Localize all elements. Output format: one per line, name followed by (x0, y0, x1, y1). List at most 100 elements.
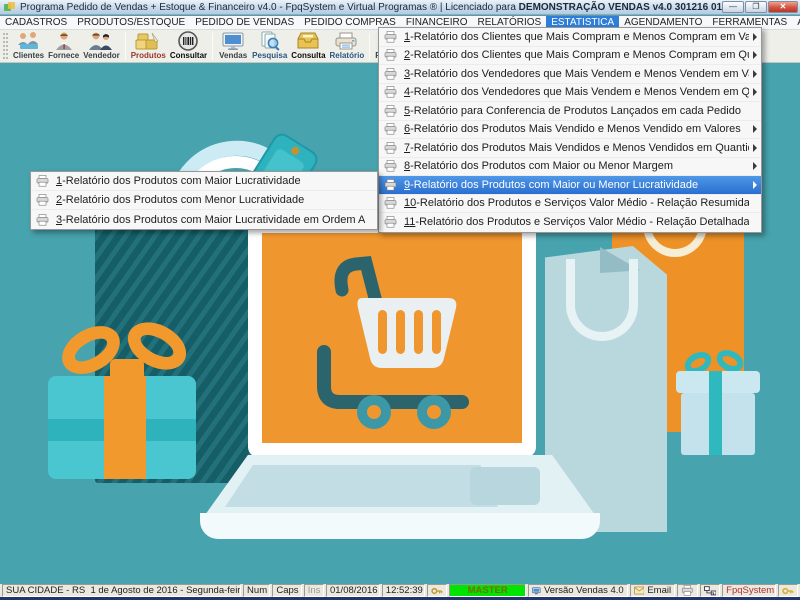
printer-icon (384, 216, 399, 228)
lucratividade-submenu: 1-Relatório dos Produtos com Maior Lucra… (30, 171, 378, 230)
status-date: 01/08/2016 (326, 584, 380, 597)
menu-item-label: 11-Relatório dos Produtos e Serviços Val… (404, 216, 749, 228)
status-version: Versão Vendas 4.0 (528, 584, 627, 597)
status-brand: FpqSystem (722, 584, 776, 597)
menu-item[interactable]: 6-Relatório dos Produtos Mais Vendido e … (379, 121, 761, 140)
key-icon (431, 586, 443, 596)
status-location: SUA CIDADE - RS 1 de Agosto de 2016 - Se… (2, 584, 241, 597)
printer-icon (384, 86, 399, 98)
window-title: Programa Pedido de Vendas + Estoque & Fi… (20, 2, 765, 13)
status-email[interactable]: Email (630, 584, 675, 597)
printer-icon (384, 105, 399, 117)
printer-icon (384, 68, 399, 80)
sales-monitor-icon (220, 31, 246, 51)
printer-icon (384, 49, 399, 61)
menubar-item-pedido-de-vendas[interactable]: PEDIDO DE VENDAS (190, 16, 299, 29)
menu-item-label: 3-Relatório dos Produtos com Maior Lucra… (56, 214, 365, 226)
tray-icon (295, 31, 321, 51)
toolbar-button-vendas[interactable]: Vendas (216, 31, 250, 62)
toolbar-button-pesquisa[interactable]: Pesquisa (250, 31, 289, 62)
menu-item[interactable]: 2-Relatório dos Produtos com Menor Lucra… (31, 191, 377, 210)
menu-item[interactable]: 11-Relatório dos Produtos e Serviços Val… (379, 213, 761, 232)
menu-item-label: 2-Relatório dos Clientes que Mais Compra… (404, 49, 749, 61)
toolbar-button-consultar[interactable]: Consultar (168, 31, 209, 62)
printer-icon (384, 31, 399, 43)
submenu-arrow-icon (753, 70, 757, 78)
submenu-arrow-icon (753, 144, 757, 152)
salesperson-icon (88, 31, 114, 51)
submenu-arrow-icon (753, 125, 757, 133)
computer-icon (532, 586, 541, 596)
clients-icon (16, 31, 42, 51)
menu-item-label: 7-Relatório dos Produtos Mais Vendidos e… (404, 142, 749, 154)
key-icon (782, 586, 794, 596)
menu-item-label: 4-Relatório dos Vendedores que Mais Vend… (404, 86, 749, 98)
menu-item-label: 9-Relatório dos Produtos com Maior ou Me… (404, 179, 749, 191)
printer-icon (36, 175, 51, 187)
toolbar-grip[interactable] (3, 33, 8, 59)
search-docs-icon (258, 31, 282, 51)
toolbar-button-clientes[interactable]: Clientes (11, 31, 46, 62)
menu-item[interactable]: 3-Relatório dos Produtos com Maior Lucra… (31, 210, 377, 229)
laptop-touchpad-illustration (470, 467, 540, 505)
laptop-bottom-illustration (200, 513, 600, 539)
app-window: Programa Pedido de Vendas + Estoque & Fi… (0, 0, 800, 600)
menu-item-label: 3-Relatório dos Vendedores que Mais Vend… (404, 68, 749, 80)
shopping-cart-icon (262, 233, 522, 443)
menu-item-label: 1-Relatório dos Clientes que Mais Compra… (404, 31, 749, 43)
menu-item[interactable]: 9-Relatório dos Produtos com Maior ou Me… (379, 176, 761, 195)
minimize-button[interactable]: — (722, 1, 744, 13)
menu-item-label: 1-Relatório dos Produtos com Maior Lucra… (56, 175, 365, 187)
menubar-item-ajuda[interactable]: AJUDA (792, 16, 800, 29)
printer-icon (384, 197, 399, 209)
toolbar-button-produtos[interactable]: Produtos (129, 31, 168, 62)
menubar-item-produtos-estoque[interactable]: PRODUTOS/ESTOQUE (72, 16, 190, 29)
menu-item[interactable]: 1-Relatório dos Clientes que Mais Compra… (379, 28, 761, 47)
status-time: 12:52:39 (382, 584, 426, 597)
printer-icon (384, 160, 399, 172)
submenu-arrow-icon (753, 181, 757, 189)
menu-item[interactable]: 2-Relatório dos Clientes que Mais Compra… (379, 47, 761, 66)
status-license-key (778, 584, 798, 597)
small-gift-ribbon-illustration (709, 371, 722, 455)
status-network-button[interactable] (700, 584, 721, 597)
menu-item[interactable]: 5-Relatório para Conferencia de Produtos… (379, 102, 761, 121)
toolbar-button-vendedor[interactable]: Vendedor (81, 31, 121, 62)
printer-icon (36, 214, 51, 226)
status-numlock: Num (243, 584, 270, 597)
toolbar-separator (369, 33, 370, 60)
toolbar-button-fornece[interactable]: Fornece (46, 31, 81, 62)
close-button[interactable]: ✕ (768, 1, 798, 13)
printer-icon (384, 123, 399, 135)
menubar-item-cadastros[interactable]: CADASTROS (0, 16, 72, 29)
titlebar: Programa Pedido de Vendas + Estoque & Fi… (0, 0, 800, 15)
menu-item[interactable]: 4-Relatório dos Vendedores que Mais Vend… (379, 84, 761, 103)
toolbar-button-relatorio[interactable]: Relatório (328, 31, 367, 62)
menu-item-label: 5-Relatório para Conferencia de Produtos… (404, 105, 749, 117)
toolbar-button-consulta[interactable]: Consulta (289, 31, 327, 62)
menu-item-label: 8-Relatório dos Produtos com Maior ou Me… (404, 160, 749, 172)
submenu-arrow-icon (753, 33, 757, 41)
printer-icon (36, 194, 51, 206)
menu-item[interactable]: 8-Relatório dos Produtos com Maior ou Me… (379, 158, 761, 177)
network-icon (704, 586, 717, 596)
menu-item[interactable]: 10-Relatório dos Produtos e Serviços Val… (379, 195, 761, 214)
submenu-arrow-icon (753, 88, 757, 96)
maximize-button[interactable]: ❐ (745, 1, 767, 13)
printer-icon (681, 585, 694, 596)
statusbar: SUA CIDADE - RS 1 de Agosto de 2016 - Se… (0, 584, 800, 597)
menu-item[interactable]: 3-Relatório dos Vendedores que Mais Vend… (379, 65, 761, 84)
status-print-button[interactable] (677, 584, 698, 597)
laptop-display-illustration (262, 233, 522, 443)
barcode-icon (177, 31, 199, 51)
menu-item[interactable]: 1-Relatório dos Produtos com Maior Lucra… (31, 172, 377, 191)
light-bag-handle-illustration (566, 259, 638, 341)
products-icon (135, 31, 161, 51)
submenu-arrow-icon (753, 51, 757, 59)
app-logo-icon (4, 2, 16, 13)
toolbar-separator (125, 33, 126, 60)
report-printer-icon (334, 31, 360, 51)
estatistica-dropdown-menu: 1-Relatório dos Clientes que Mais Compra… (378, 27, 762, 233)
menu-item[interactable]: 7-Relatório dos Produtos Mais Vendidos e… (379, 139, 761, 158)
menu-item-label: 6-Relatório dos Produtos Mais Vendido e … (404, 123, 749, 135)
